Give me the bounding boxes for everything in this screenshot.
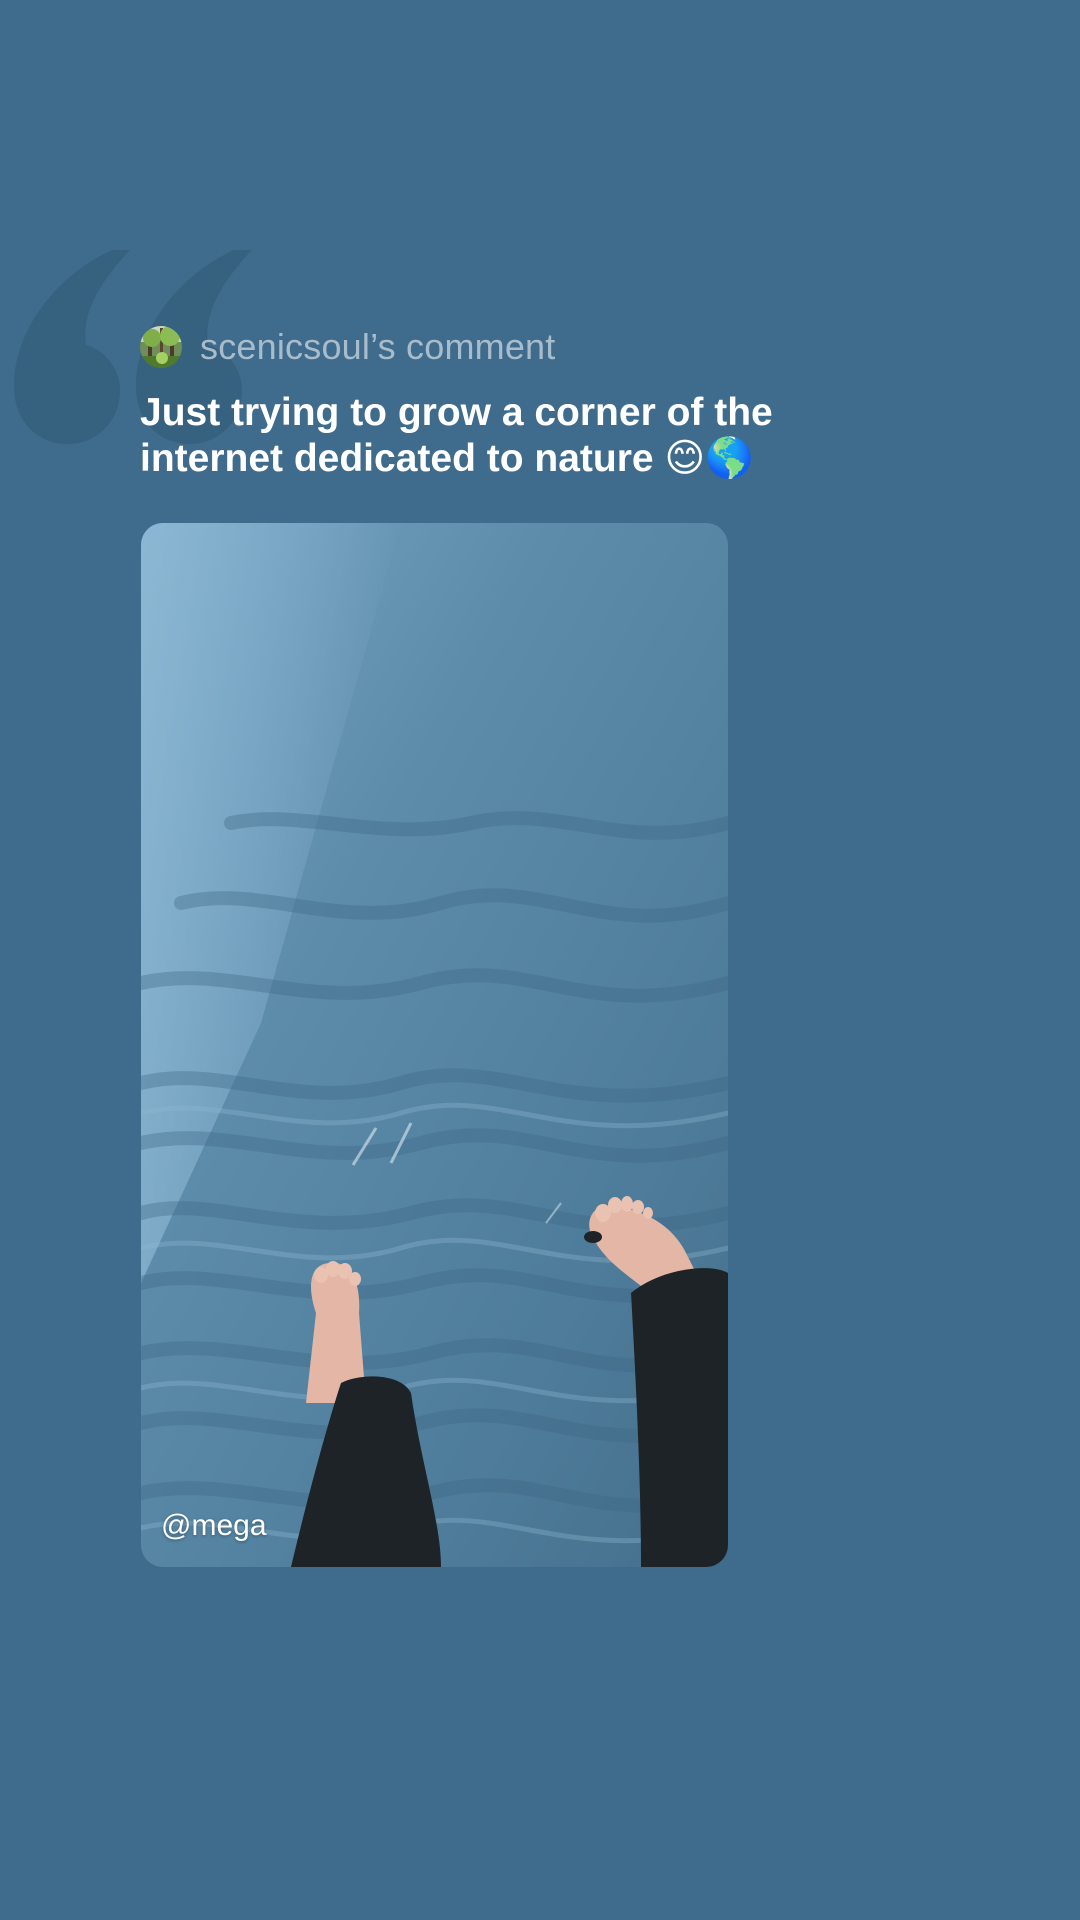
comment-header[interactable]: scenicsoul’s comment xyxy=(140,325,555,369)
comment-text: Just trying to grow a corner of the inte… xyxy=(140,390,900,482)
video-preview-card[interactable]: @mega xyxy=(141,523,728,1567)
video-thumbnail-image xyxy=(141,523,728,1567)
comment-author: scenicsoul’s comment xyxy=(200,326,556,367)
smiling-face-emoji: 😊 xyxy=(664,436,706,481)
video-creator-handle[interactable]: @mega xyxy=(161,1509,267,1543)
avatar[interactable] xyxy=(140,326,182,368)
globe-emoji: 🌎 xyxy=(705,436,754,481)
